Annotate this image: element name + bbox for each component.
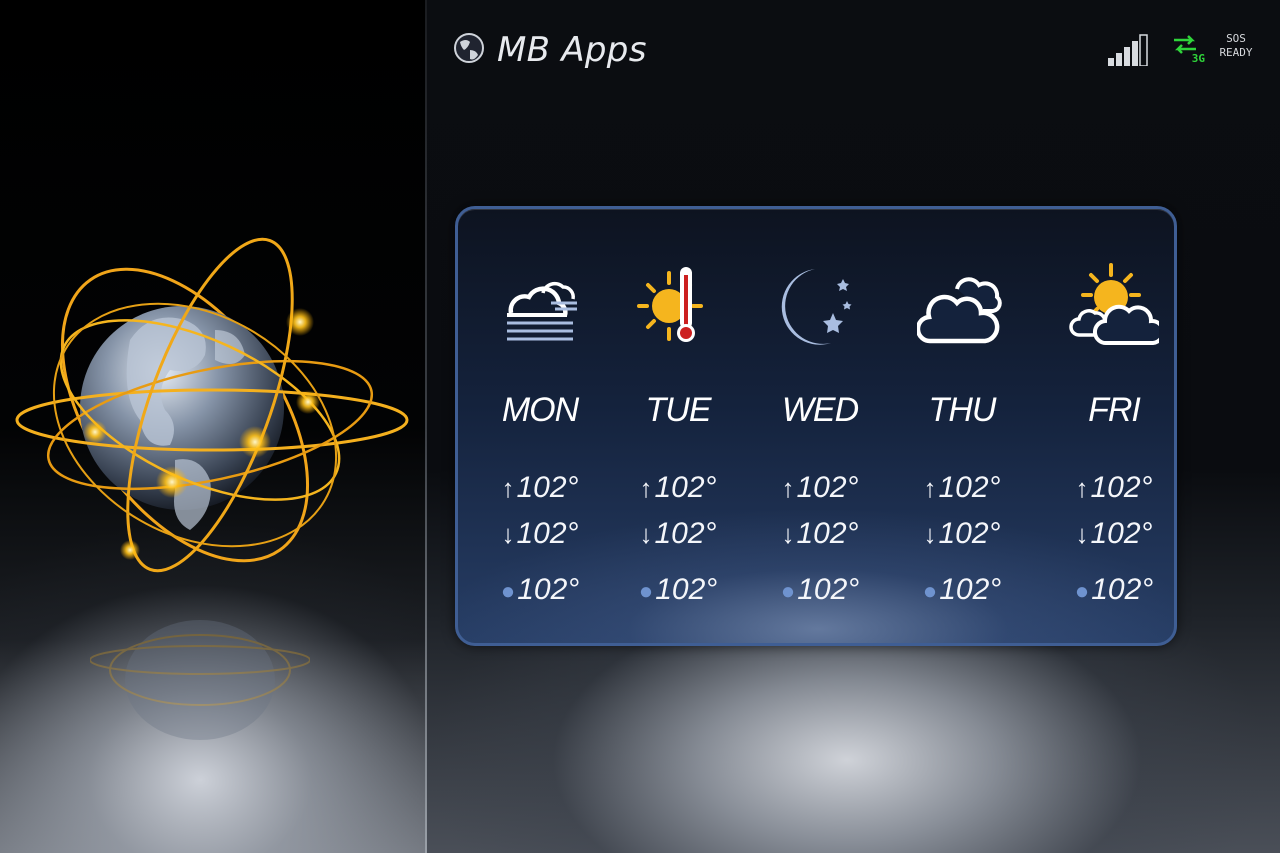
day-label: MON xyxy=(501,391,579,429)
sun-cloud-icon xyxy=(1069,263,1159,346)
high-temp: ↑102° xyxy=(750,471,890,505)
high-temp-value: 102° xyxy=(1090,471,1153,504)
arrow-up-icon: ↑ xyxy=(639,473,653,503)
day-label: TUE xyxy=(645,391,712,429)
precip-amount: 102° xyxy=(517,573,580,606)
precip-value: ●102° xyxy=(608,573,748,607)
day-label: FRI xyxy=(1088,391,1141,429)
low-temp: ↓102° xyxy=(1044,517,1184,551)
raindrop-icon: ● xyxy=(780,578,796,605)
arrow-up-icon: ↑ xyxy=(923,473,937,503)
globe-orbit-icon xyxy=(15,237,409,573)
day-label: WED xyxy=(781,391,859,429)
raindrop-icon: ● xyxy=(922,578,938,605)
forecast-day-thu[interactable]: THU ↑102° ↓102° ●102° xyxy=(892,209,1032,643)
forecast-day-mon[interactable]: MON ↑102° ↓102° ●102° xyxy=(470,209,610,643)
fog-cloud-icon xyxy=(507,281,577,341)
precip-value: ●102° xyxy=(1044,573,1184,607)
high-temp: ↑102° xyxy=(470,471,610,505)
raindrop-icon: ● xyxy=(1074,578,1090,605)
high-temp-value: 102° xyxy=(938,471,1001,504)
header-bar: MB Apps 3G SOS READY xyxy=(427,0,1280,95)
globe-icon[interactable] xyxy=(452,22,486,74)
signal-strength-icon xyxy=(1108,34,1148,66)
low-temp-value: 102° xyxy=(938,517,1001,550)
arrow-up-icon: ↑ xyxy=(501,473,515,503)
precip-amount: 102° xyxy=(939,573,1002,606)
high-temp-value: 102° xyxy=(516,471,579,504)
sos-line-1: SOS xyxy=(1226,32,1246,45)
high-temp: ↑102° xyxy=(608,471,748,505)
low-temp-value: 102° xyxy=(796,517,859,550)
app-title: MB Apps xyxy=(497,30,647,70)
arrow-down-icon: ↓ xyxy=(781,519,795,549)
sos-line-2: READY xyxy=(1219,46,1253,59)
arrow-up-icon: ↑ xyxy=(1075,473,1089,503)
low-temp-value: 102° xyxy=(516,517,579,550)
globe-reflection-icon xyxy=(90,620,310,740)
precip-value: ●102° xyxy=(892,573,1032,607)
weather-forecast-card: MON ↑102° ↓102° ●102° TUE ↑102° ↓102° ●1… xyxy=(455,206,1177,646)
low-temp: ↓102° xyxy=(892,517,1032,551)
forecast-day-fri[interactable]: FRI ↑102° ↓102° ●102° xyxy=(1044,209,1184,643)
arrow-down-icon: ↓ xyxy=(501,519,515,549)
high-temp-value: 102° xyxy=(654,471,717,504)
raindrop-icon: ● xyxy=(638,578,654,605)
forecast-day-wed[interactable]: WED ↑102° ↓102° ●102° xyxy=(750,209,890,643)
precip-amount: 102° xyxy=(655,573,718,606)
precip-value: ●102° xyxy=(470,573,610,607)
low-temp-value: 102° xyxy=(1090,517,1153,550)
moon-stars-icon xyxy=(781,269,852,345)
sos-status: SOS READY xyxy=(1210,32,1262,60)
forecast-row: MON ↑102° ↓102° ●102° TUE ↑102° ↓102° ●1… xyxy=(458,209,1174,643)
sun-thermometer-icon xyxy=(637,267,703,342)
forecast-day-tue[interactable]: TUE ↑102° ↓102° ●102° xyxy=(608,209,748,643)
globe-panel xyxy=(0,0,425,853)
network-type-label: 3G xyxy=(1191,52,1205,65)
precip-amount: 102° xyxy=(797,573,860,606)
day-label: THU xyxy=(928,391,997,429)
low-temp: ↓102° xyxy=(750,517,890,551)
low-temp-value: 102° xyxy=(654,517,717,550)
precip-amount: 102° xyxy=(1091,573,1154,606)
high-temp: ↑102° xyxy=(1044,471,1184,505)
arrow-down-icon: ↓ xyxy=(923,519,937,549)
low-temp: ↓102° xyxy=(470,517,610,551)
precip-value: ●102° xyxy=(750,573,890,607)
arrow-down-icon: ↓ xyxy=(1075,519,1089,549)
clouds-icon xyxy=(917,277,1002,344)
high-temp-value: 102° xyxy=(796,471,859,504)
high-temp: ↑102° xyxy=(892,471,1032,505)
low-temp: ↓102° xyxy=(608,517,748,551)
arrow-down-icon: ↓ xyxy=(639,519,653,549)
mb-apps-screen: MB Apps 3G SOS READY MON ↑102° ↓102° ●10… xyxy=(427,0,1280,853)
arrow-up-icon: ↑ xyxy=(781,473,795,503)
status-area: 3G SOS READY xyxy=(1062,30,1262,70)
raindrop-icon: ● xyxy=(500,578,516,605)
